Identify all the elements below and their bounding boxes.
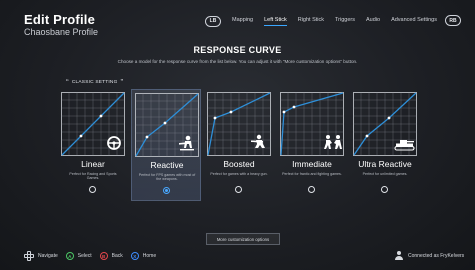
- curve-name-linear: Linear: [81, 159, 105, 169]
- curve-point: [145, 135, 149, 139]
- b-button-icon: B: [99, 252, 108, 260]
- profile-name: Chaosbane Profile: [24, 27, 99, 37]
- curve-graph-reactive: [135, 93, 199, 157]
- curve-name-ultra-reactive: Ultra Reactive: [358, 159, 412, 169]
- curve-description-linear: Perfect for Racing and Sports Games.: [69, 172, 117, 181]
- steering-wheel-icon: [107, 136, 121, 150]
- soldier-aiming-icon: [179, 135, 194, 151]
- curve-list: Linear Perfect for Racing and Sports Gam…: [58, 89, 420, 209]
- more-customization-button[interactable]: More customization options: [206, 233, 280, 245]
- classic-setting-label: “ CLASSIC SETTING ”: [66, 78, 124, 87]
- curve-point: [99, 114, 103, 118]
- hint-back[interactable]: B Back: [99, 252, 123, 260]
- curve-point: [229, 110, 233, 114]
- curve-graph-boosted: [207, 92, 271, 156]
- curve-point: [282, 110, 286, 114]
- tank-icon: [394, 140, 415, 151]
- hint-select[interactable]: A Select: [65, 252, 92, 260]
- radio-ultra-reactive[interactable]: [381, 186, 388, 193]
- x-button-icon: X: [130, 252, 139, 260]
- curve-card-linear[interactable]: Linear Perfect for Racing and Sports Gam…: [58, 89, 128, 201]
- curve-graph-linear: [61, 92, 125, 156]
- rb-bumper-icon[interactable]: RB: [445, 15, 461, 26]
- tab-bar: LB Mapping Left Stick Right Stick Trigge…: [205, 14, 448, 28]
- classic-setting-text: CLASSIC SETTING: [71, 80, 118, 85]
- radio-reactive[interactable]: [163, 187, 170, 194]
- hint-navigate-label: Navigate: [38, 253, 58, 259]
- lb-bumper-icon[interactable]: LB: [205, 15, 221, 27]
- tab-audio[interactable]: Audio: [366, 17, 380, 25]
- curve-point: [387, 116, 391, 120]
- section-description: Choose a model for the response curve fr…: [117, 59, 358, 64]
- open-quote-icon: “: [66, 78, 69, 87]
- curve-point: [79, 134, 83, 138]
- curve-card-immediate[interactable]: Immediate Perfect for frantic and fighti…: [277, 89, 347, 201]
- hint-home-label: Home: [142, 253, 157, 259]
- curve-description-immediate: Perfect for frantic and fighting games.: [282, 172, 342, 176]
- curve-card-ultra-reactive[interactable]: Ultra Reactive Perfect for unlimited gam…: [350, 89, 420, 201]
- tab-triggers[interactable]: Triggers: [335, 17, 355, 25]
- curve-point: [365, 134, 369, 138]
- curve-point: [292, 105, 296, 109]
- tab-right-stick[interactable]: Right Stick: [298, 17, 324, 25]
- curve-description-boosted: Perfect for games with a heavy gun.: [210, 172, 268, 176]
- user-icon: [395, 251, 403, 260]
- curve-point: [213, 116, 217, 120]
- connected-account: Connected as FryKelvers: [395, 251, 464, 260]
- curve-name-boosted: Boosted: [223, 159, 255, 169]
- radio-boosted[interactable]: [235, 186, 242, 193]
- curve-name-immediate: Immediate: [292, 159, 332, 169]
- radio-immediate[interactable]: [308, 186, 315, 193]
- a-button-icon: A: [65, 252, 74, 260]
- hint-home[interactable]: X Home: [130, 252, 157, 260]
- tab-mapping[interactable]: Mapping: [232, 17, 253, 25]
- hint-back-label: Back: [111, 253, 123, 259]
- tab-advanced-settings[interactable]: Advanced Settings: [391, 17, 437, 25]
- close-quote-icon: ”: [120, 78, 124, 87]
- dpad-icon: [24, 251, 34, 261]
- curve-name-reactive: Reactive: [150, 160, 184, 170]
- curve-description-reactive: Perfect for FPS games with most of the w…: [138, 173, 196, 182]
- connected-label: Connected as FryKelvers: [408, 252, 465, 259]
- curve-card-reactive[interactable]: Reactive Perfect for FPS games with most…: [131, 89, 201, 201]
- hint-select-label: Select: [77, 253, 92, 259]
- curve-description-ultra-reactive: Perfect for unlimited games.: [362, 172, 408, 176]
- footer-hints: Navigate A Select B Back X Home: [24, 251, 164, 261]
- curve-point: [163, 121, 167, 125]
- curve-card-boosted[interactable]: Boosted Perfect for games with a heavy g…: [204, 89, 274, 201]
- hint-navigate: Navigate: [24, 251, 58, 261]
- fighters-icon: [324, 135, 342, 149]
- curve-graph-immediate: [280, 92, 344, 156]
- tab-left-stick[interactable]: Left Stick: [264, 17, 287, 26]
- radio-linear[interactable]: [89, 186, 96, 193]
- curve-graph-ultra-reactive: [353, 92, 417, 156]
- section-title: RESPONSE CURVE: [193, 45, 282, 55]
- page-title: Edit Profile: [24, 12, 96, 27]
